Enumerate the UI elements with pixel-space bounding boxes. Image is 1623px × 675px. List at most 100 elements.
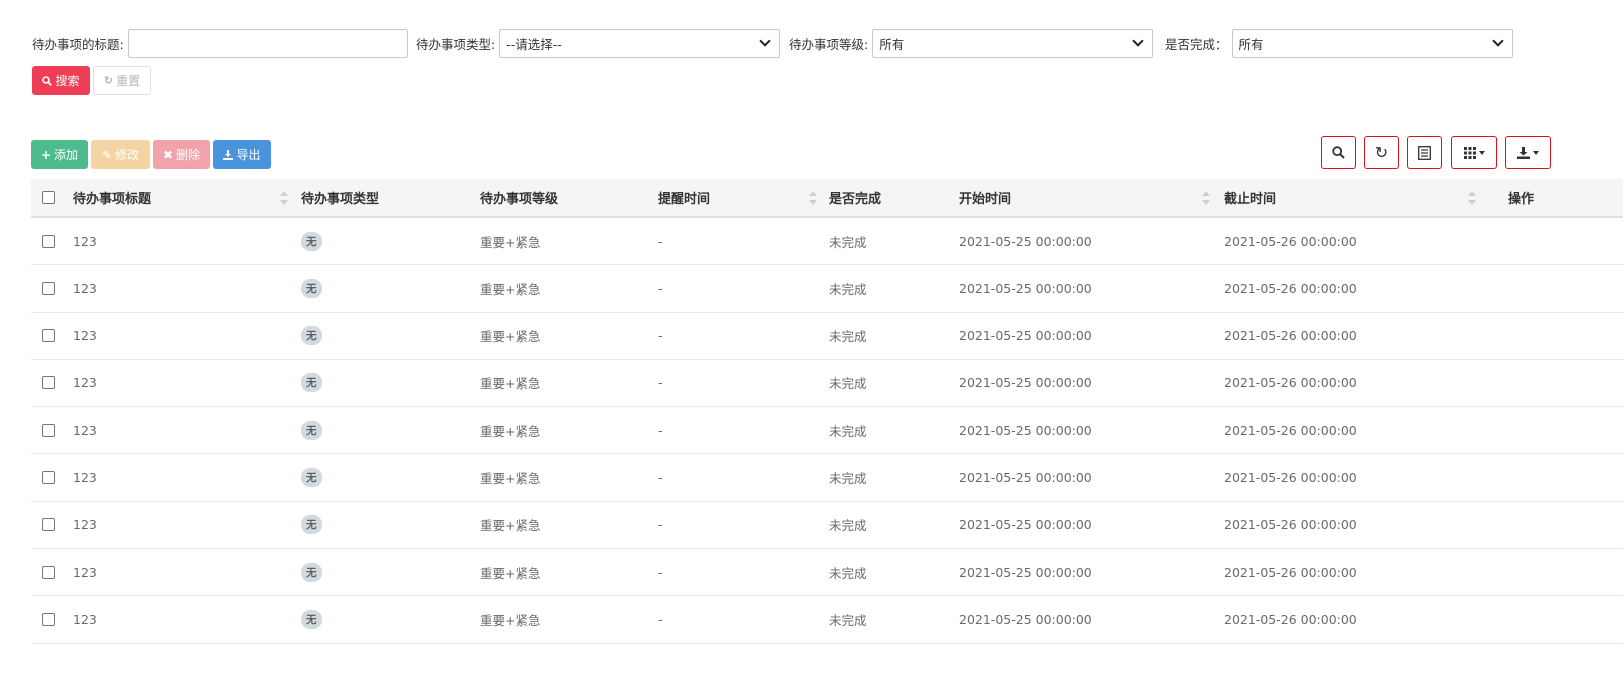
cell-start: 2021-05-25 00:00:00 bbox=[959, 422, 1092, 438]
sort-icon[interactable] bbox=[1202, 191, 1210, 205]
cell-remind: - bbox=[658, 233, 663, 249]
sort-icon[interactable] bbox=[280, 191, 288, 205]
cell-done: 未完成 bbox=[829, 518, 867, 534]
cell-remind: - bbox=[658, 517, 663, 533]
cell-done: 未完成 bbox=[829, 565, 867, 581]
cell-end: 2021-05-26 00:00:00 bbox=[1224, 375, 1357, 391]
edit-button[interactable]: ✎ 修改 bbox=[91, 140, 150, 169]
row-checkbox[interactable] bbox=[42, 470, 55, 484]
table-row: 123 无 重要+紧急 - 未完成 2021-05-25 00:00:00 20… bbox=[31, 265, 1623, 313]
header-done: 是否完成 bbox=[829, 192, 882, 207]
cell-done: 未完成 bbox=[829, 234, 867, 250]
cell-level: 重要+紧急 bbox=[480, 376, 541, 392]
cell-type: 无 bbox=[301, 596, 322, 642]
cell-remind: - bbox=[658, 422, 663, 438]
type-badge: 无 bbox=[301, 278, 322, 298]
download-icon bbox=[1517, 146, 1530, 159]
cell-type: 无 bbox=[301, 360, 322, 406]
cell-remind: - bbox=[658, 375, 663, 391]
type-badge: 无 bbox=[301, 467, 322, 487]
list-icon bbox=[1418, 145, 1431, 160]
reset-button[interactable]: ↻ 重置 bbox=[93, 66, 151, 95]
cell-start: 2021-05-25 00:00:00 bbox=[959, 517, 1092, 533]
cell-title: 123 bbox=[73, 233, 97, 249]
search-icon bbox=[42, 75, 53, 86]
cell-type: 无 bbox=[301, 265, 322, 311]
cell-remind: - bbox=[658, 328, 663, 344]
export-button[interactable]: 导出 bbox=[213, 140, 271, 169]
row-checkbox[interactable] bbox=[42, 281, 55, 295]
header-start[interactable]: 开始时间 bbox=[959, 179, 1011, 216]
table-row: 123 无 重要+紧急 - 未完成 2021-05-25 00:00:00 20… bbox=[31, 596, 1623, 644]
cell-type: 无 bbox=[301, 454, 322, 500]
table-columns-button[interactable] bbox=[1451, 136, 1497, 169]
chevron-down-icon bbox=[759, 34, 771, 47]
refresh-icon: ↻ bbox=[103, 74, 114, 87]
todo-table: 待办事项标题 待办事项类型 待办事项等级 提醒时间 是否完成 开始时间 截止时间… bbox=[31, 179, 1623, 644]
row-checkbox-cell bbox=[42, 265, 55, 311]
level-filter-select[interactable]: 所有 bbox=[872, 28, 1154, 58]
title-filter-input[interactable] bbox=[127, 28, 408, 58]
edit-icon: ✎ bbox=[101, 147, 113, 162]
cell-done: 未完成 bbox=[829, 612, 867, 628]
type-badge: 无 bbox=[301, 420, 322, 440]
table-search-button[interactable] bbox=[1321, 136, 1356, 169]
row-checkbox[interactable] bbox=[42, 518, 55, 532]
cell-start: 2021-05-25 00:00:00 bbox=[959, 233, 1092, 249]
type-badge: 无 bbox=[301, 515, 322, 535]
cell-end: 2021-05-26 00:00:00 bbox=[1224, 469, 1357, 485]
cell-remind: - bbox=[658, 564, 663, 580]
row-checkbox-cell bbox=[42, 596, 55, 642]
type-filter-select[interactable]: --请选择-- bbox=[499, 28, 781, 58]
add-button[interactable]: + 添加 bbox=[31, 140, 88, 169]
row-checkbox[interactable] bbox=[42, 329, 55, 343]
search-button[interactable]: 搜索 bbox=[32, 66, 90, 95]
cell-level: 重要+紧急 bbox=[480, 612, 541, 628]
header-end[interactable]: 截止时间 bbox=[1224, 179, 1276, 216]
cell-done: 未完成 bbox=[829, 423, 867, 439]
sort-icon[interactable] bbox=[809, 191, 817, 205]
type-filter: 待办事项类型: --请选择-- bbox=[416, 28, 781, 58]
delete-button[interactable]: ✖ 删除 bbox=[153, 140, 210, 169]
times-icon: ✖ bbox=[162, 147, 174, 162]
table-row: 123 无 重要+紧急 - 未完成 2021-05-25 00:00:00 20… bbox=[31, 218, 1623, 266]
row-checkbox-cell bbox=[42, 218, 55, 264]
cell-start: 2021-05-25 00:00:00 bbox=[959, 375, 1092, 391]
header-title[interactable]: 待办事项标题 bbox=[73, 179, 151, 216]
row-checkbox[interactable] bbox=[42, 565, 55, 579]
type-filter-value: --请选择-- bbox=[506, 36, 562, 52]
table-export-button[interactable] bbox=[1505, 136, 1551, 169]
cell-title: 123 bbox=[73, 611, 97, 627]
cell-type: 无 bbox=[301, 502, 322, 548]
type-badge: 无 bbox=[301, 609, 322, 629]
sort-icon[interactable] bbox=[1468, 191, 1476, 205]
row-checkbox-cell bbox=[42, 313, 55, 359]
title-filter-label: 待办事项的标题: bbox=[32, 36, 124, 52]
row-checkbox[interactable] bbox=[42, 612, 55, 626]
table-refresh-button[interactable]: ↻ bbox=[1364, 136, 1399, 169]
select-all-checkbox[interactable] bbox=[42, 191, 55, 204]
cell-end: 2021-05-26 00:00:00 bbox=[1224, 328, 1357, 344]
row-checkbox[interactable] bbox=[42, 423, 55, 437]
table-toggle-view-button[interactable] bbox=[1407, 136, 1442, 169]
cell-title: 123 bbox=[73, 328, 97, 344]
row-checkbox-cell bbox=[42, 549, 55, 595]
type-filter-label: 待办事项类型: bbox=[416, 36, 496, 52]
cell-done: 未完成 bbox=[829, 376, 867, 392]
add-button-label: 添加 bbox=[54, 148, 79, 162]
type-badge: 无 bbox=[301, 231, 322, 251]
table-tools: ↻ bbox=[1321, 136, 1551, 170]
cell-end: 2021-05-26 00:00:00 bbox=[1224, 422, 1357, 438]
reset-button-label: 重置 bbox=[116, 74, 141, 88]
row-checkbox[interactable] bbox=[42, 234, 55, 248]
row-checkbox-cell bbox=[42, 360, 55, 406]
cell-title: 123 bbox=[73, 375, 97, 391]
cell-level: 重要+紧急 bbox=[480, 470, 541, 486]
row-checkbox[interactable] bbox=[42, 376, 55, 390]
header-remind[interactable]: 提醒时间 bbox=[658, 179, 710, 216]
cell-done: 未完成 bbox=[829, 470, 867, 486]
select-all-cell bbox=[42, 179, 55, 216]
done-filter-select[interactable]: 所有 bbox=[1231, 28, 1513, 58]
header-actions: 操作 bbox=[1508, 192, 1535, 207]
type-badge: 无 bbox=[301, 373, 322, 393]
